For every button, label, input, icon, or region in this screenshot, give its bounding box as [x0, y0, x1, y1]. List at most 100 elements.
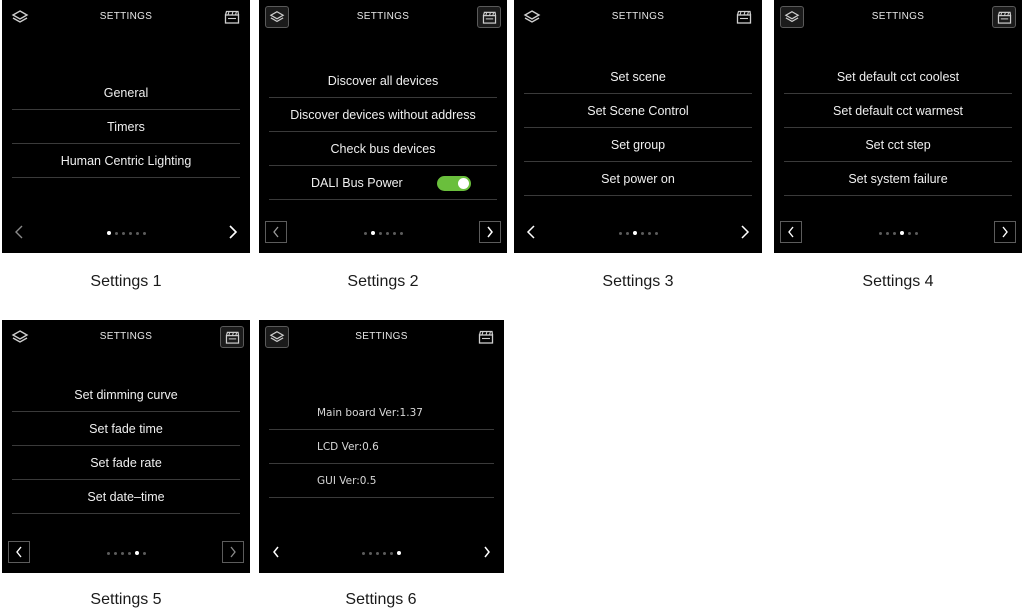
- page-dot: [370, 231, 375, 235]
- dali-bus-power-toggle[interactable]: [437, 176, 471, 191]
- page-dot: [654, 231, 658, 235]
- page-dot: [399, 231, 403, 235]
- screen-caption: Settings 3: [602, 273, 674, 290]
- menu-item-set-group[interactable]: Set group: [524, 128, 752, 162]
- page-dot: [385, 231, 389, 235]
- dali-bus-power-label: DALI Bus Power: [311, 176, 403, 190]
- chevron-right-icon[interactable]: [222, 221, 244, 243]
- page-dot: [120, 551, 124, 555]
- version-gui: GUI Ver:0.5: [269, 464, 494, 498]
- scene-clapper-icon[interactable]: [220, 326, 244, 348]
- chevron-right-icon[interactable]: [476, 541, 498, 563]
- page-title: SETTINGS: [99, 11, 153, 22]
- chevron-right-icon[interactable]: [734, 221, 756, 243]
- page-indicator: [2, 231, 250, 235]
- page-dot: [647, 231, 651, 235]
- page-dot: [142, 231, 146, 235]
- menu-item-check-bus-devices[interactable]: Check bus devices: [269, 132, 497, 166]
- settings-screen-3: SETTINGS Set scene Set Scene Control Set…: [514, 0, 762, 253]
- menu-item-fade-time[interactable]: Set fade time: [12, 412, 240, 446]
- page-dot: [106, 551, 110, 555]
- page-dot: [121, 231, 125, 235]
- page-dot: [363, 231, 367, 235]
- top-bar: SETTINGS: [2, 0, 250, 36]
- settings-screen-4: SETTINGS Set default cct coolest Set def…: [774, 0, 1022, 253]
- screen-caption: Settings 5: [90, 591, 162, 608]
- page-dot: [878, 231, 882, 235]
- menu-item-cct-warmest[interactable]: Set default cct warmest: [784, 94, 1012, 128]
- menu-item-set-power-on[interactable]: Set power on: [524, 162, 752, 196]
- page-dot: [127, 551, 131, 555]
- page-dot: [134, 551, 139, 555]
- screen-caption: Settings 4: [862, 273, 934, 290]
- menu-item-date-time[interactable]: Set date–time: [12, 480, 240, 514]
- menu-item-set-scene[interactable]: Set scene: [524, 60, 752, 94]
- page-dot: [390, 551, 393, 555]
- page-dot: [885, 231, 889, 235]
- page-dot: [397, 551, 401, 555]
- top-bar: SETTINGS: [2, 320, 250, 356]
- page-dot: [135, 231, 139, 235]
- scene-clapper-icon[interactable]: [220, 6, 244, 28]
- scene-clapper-icon[interactable]: [992, 6, 1016, 28]
- page-dot: [369, 551, 372, 555]
- screen-caption: Settings 2: [347, 273, 419, 290]
- layers-icon[interactable]: [8, 326, 32, 348]
- chevron-right-icon[interactable]: [222, 541, 244, 563]
- page-dot: [128, 231, 132, 235]
- menu-item-discover-all-devices[interactable]: Discover all devices: [269, 64, 497, 98]
- chevron-right-icon[interactable]: [994, 221, 1016, 243]
- screen-caption: Settings 1: [90, 273, 162, 290]
- page-indicator: [774, 231, 1022, 235]
- settings-menu: Discover all devices Discover devices wi…: [269, 64, 497, 200]
- page-indicator: [514, 231, 762, 235]
- settings-menu: Set dimming curve Set fade time Set fade…: [12, 378, 240, 514]
- menu-item-general[interactable]: General: [12, 76, 240, 110]
- layers-icon[interactable]: [265, 6, 289, 28]
- page-dot: [899, 231, 904, 235]
- settings-menu: Set scene Set Scene Control Set group Se…: [524, 60, 752, 196]
- page-dot: [640, 231, 644, 235]
- scene-clapper-icon[interactable]: [477, 6, 501, 28]
- page-indicator: [259, 551, 504, 555]
- layers-icon[interactable]: [8, 6, 32, 28]
- menu-item-timers[interactable]: Timers: [12, 110, 240, 144]
- version-main-board: Main board Ver:1.37: [269, 396, 494, 430]
- page-dot: [378, 231, 382, 235]
- page-dot: [376, 551, 379, 555]
- page-title: SETTINGS: [99, 331, 153, 342]
- page-title: SETTINGS: [871, 11, 925, 22]
- screen-caption: Settings 6: [345, 591, 417, 608]
- menu-item-set-scene-control[interactable]: Set Scene Control: [524, 94, 752, 128]
- page-dot: [362, 551, 365, 555]
- menu-item-human-centric-lighting[interactable]: Human Centric Lighting: [12, 144, 240, 178]
- version-lcd: LCD Ver:0.6: [269, 430, 494, 464]
- layers-icon[interactable]: [520, 6, 544, 28]
- menu-item-dimming-curve[interactable]: Set dimming curve: [12, 378, 240, 412]
- page-title: SETTINGS: [611, 11, 665, 22]
- page-dot: [106, 231, 111, 235]
- settings-menu: Set default cct coolest Set default cct …: [784, 60, 1012, 196]
- menu-item-cct-step[interactable]: Set cct step: [784, 128, 1012, 162]
- settings-screen-2: SETTINGS Discover all devices Discover d…: [259, 0, 507, 253]
- page-dot: [914, 231, 918, 235]
- settings-screen-6: SETTINGS Main board Ver:1.37 LCD Ver:0.6…: [259, 320, 504, 573]
- menu-item-fade-rate[interactable]: Set fade rate: [12, 446, 240, 480]
- scene-clapper-icon[interactable]: [732, 6, 756, 28]
- scene-clapper-icon[interactable]: [474, 326, 498, 348]
- page-dot: [907, 231, 911, 235]
- page-dot: [113, 551, 117, 555]
- top-bar: SETTINGS: [774, 0, 1022, 36]
- top-bar: SETTINGS: [259, 320, 504, 356]
- menu-item-system-failure[interactable]: Set system failure: [784, 162, 1012, 196]
- layers-icon[interactable]: [265, 326, 289, 348]
- chevron-right-icon[interactable]: [479, 221, 501, 243]
- settings-screen-1: SETTINGS General Timers Human Centric Li…: [2, 0, 250, 253]
- menu-item-dali-bus-power[interactable]: DALI Bus Power: [269, 166, 497, 200]
- page-dot: [632, 231, 637, 235]
- page-indicator: [2, 551, 250, 555]
- page-dot: [142, 551, 146, 555]
- menu-item-discover-without-address[interactable]: Discover devices without address: [269, 98, 497, 132]
- layers-icon[interactable]: [780, 6, 804, 28]
- menu-item-cct-coolest[interactable]: Set default cct coolest: [784, 60, 1012, 94]
